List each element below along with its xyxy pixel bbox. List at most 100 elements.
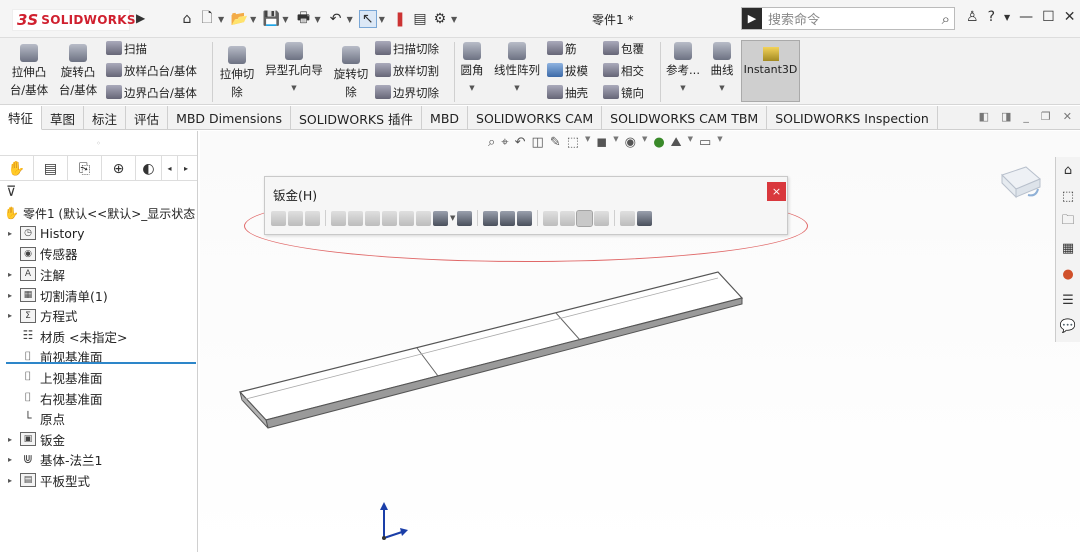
tree-item-history[interactable]: ▸ ◷ History bbox=[0, 223, 197, 244]
extrude-cut-button[interactable]: 拉伸切 除 bbox=[216, 46, 258, 101]
curves-button[interactable]: 曲线 ▼ bbox=[706, 42, 738, 97]
display-style-icon[interactable]: ◼ bbox=[596, 135, 607, 150]
options-dropdown-icon[interactable]: ▼ bbox=[451, 15, 457, 24]
tree-item-right-plane[interactable]: ⌷ 右视基准面 bbox=[0, 388, 197, 409]
tree-item-cut-list[interactable]: ▸ ▦ 切割清单(1) bbox=[0, 285, 197, 306]
corners-icon[interactable] bbox=[433, 210, 448, 226]
reference-geometry-button[interactable]: 参考... ▼ bbox=[664, 42, 702, 97]
design-library-icon[interactable]: ⬚ bbox=[1056, 183, 1080, 209]
select-dropdown-icon[interactable]: ▼ bbox=[379, 15, 385, 24]
forming-tool-icon[interactable] bbox=[457, 210, 473, 226]
tab-scroll-right-icon[interactable]: ▸ bbox=[178, 156, 194, 181]
tree-item-top-plane[interactable]: ⌷ 上视基准面 bbox=[0, 367, 197, 388]
expand-arrow-icon[interactable]: ▸ bbox=[8, 311, 20, 320]
display-style-dropdown-icon[interactable]: ▼ bbox=[613, 135, 618, 150]
tab-features[interactable]: 特征 bbox=[0, 106, 43, 130]
file-properties-icon[interactable]: ▤ bbox=[411, 11, 429, 27]
tab-sketch[interactable]: 草图 bbox=[42, 106, 85, 130]
tab-solidworks-addins[interactable]: SOLIDWORKS 插件 bbox=[291, 106, 423, 130]
expand-arrow-icon[interactable]: ▸ bbox=[8, 270, 20, 279]
extrude-boss-button[interactable]: 拉伸凸 台/基体 bbox=[8, 44, 50, 99]
tree-item-base-flange[interactable]: ▸ ⋓ 基体-法兰1 bbox=[0, 450, 197, 471]
search-commands-box[interactable]: ▶ 搜索命令 ⌕ bbox=[741, 7, 955, 30]
lofted-bend-icon[interactable] bbox=[305, 210, 320, 226]
tree-item-material[interactable]: ☷ 材质 <未指定> bbox=[0, 326, 197, 347]
tree-item-sensors[interactable]: ◉ 传感器 bbox=[0, 244, 197, 265]
print-icon[interactable]: 🖶 bbox=[294, 7, 312, 31]
loft-boss-button[interactable]: 放样凸台/基体 bbox=[106, 62, 197, 80]
unfold-icon[interactable] bbox=[543, 210, 559, 226]
previous-view-icon[interactable]: ↶ bbox=[515, 135, 526, 150]
tab-solidworks-inspection[interactable]: SOLIDWORKS Inspection bbox=[767, 106, 938, 130]
view-palette-icon[interactable]: ▦ bbox=[1056, 235, 1080, 261]
zoom-to-fit-icon[interactable]: ⌕ bbox=[488, 135, 495, 150]
sheet-metal-part-model[interactable] bbox=[230, 260, 760, 440]
tree-item-front-plane[interactable]: ⌷ 前视基准面 bbox=[0, 347, 197, 368]
boundary-boss-button[interactable]: 边界凸台/基体 bbox=[106, 84, 197, 102]
dimxpert-tab-icon[interactable]: ⊕ bbox=[102, 156, 136, 181]
print-dropdown-icon[interactable]: ▼ bbox=[314, 15, 320, 24]
property-manager-tab-icon[interactable]: ▤ bbox=[34, 156, 68, 181]
fillet-button[interactable]: 圆角 ▼ bbox=[458, 42, 486, 97]
filter-icon[interactable]: ⊽ bbox=[0, 181, 197, 203]
home-resources-icon[interactable]: ⌂ bbox=[1056, 157, 1080, 183]
mirror-button[interactable]: 镜向 bbox=[603, 84, 644, 102]
tab-solidworks-cam[interactable]: SOLIDWORKS CAM bbox=[468, 106, 603, 130]
close-toolbar-button[interactable]: × bbox=[767, 182, 786, 201]
home-icon[interactable]: ⌂ bbox=[178, 11, 196, 27]
cross-break-icon[interactable] bbox=[416, 210, 431, 226]
view-orientation-dropdown-icon[interactable]: ▼ bbox=[585, 135, 590, 150]
panel-collapse-handle[interactable]: ◦ bbox=[0, 131, 197, 155]
hole-wizard-button[interactable]: 异型孔向导 ▼ bbox=[262, 42, 326, 97]
tile-left-icon[interactable]: ◧ bbox=[979, 110, 989, 123]
wrap-button[interactable]: 包覆 bbox=[603, 40, 644, 58]
simple-hole-icon[interactable] bbox=[500, 210, 516, 226]
apply-scene-icon[interactable]: ⛰ bbox=[671, 135, 682, 150]
flatten-icon[interactable] bbox=[576, 209, 594, 227]
tree-rollback-bar[interactable] bbox=[6, 362, 196, 364]
revolve-boss-button[interactable]: 旋转凸 台/基体 bbox=[56, 44, 100, 99]
undo-icon[interactable]: ↶ bbox=[327, 11, 345, 27]
custom-properties-icon[interactable]: ☰ bbox=[1056, 287, 1080, 313]
insert-bends-icon[interactable] bbox=[637, 210, 653, 226]
expand-arrow-icon[interactable]: ▸ bbox=[8, 476, 20, 485]
hole-wizard-dropdown-icon[interactable]: ▼ bbox=[262, 79, 326, 97]
tile-right-icon[interactable]: ◨ bbox=[1001, 110, 1011, 123]
options-gear-icon[interactable]: ⚙ bbox=[431, 11, 449, 27]
zoom-to-area-icon[interactable]: ⌖ bbox=[501, 135, 508, 150]
miter-flange-icon[interactable] bbox=[348, 210, 363, 226]
view-settings-icon[interactable]: ▭ bbox=[699, 135, 711, 150]
section-view-icon[interactable]: ◫ bbox=[532, 135, 544, 150]
configuration-manager-tab-icon[interactable]: ⎘ bbox=[68, 156, 102, 181]
loft-cut-button[interactable]: 放样切割 bbox=[375, 62, 439, 80]
expand-arrow-icon[interactable]: ▸ bbox=[8, 455, 20, 464]
tab-markup[interactable]: 标注 bbox=[84, 106, 127, 130]
corners-dropdown-icon[interactable]: ▼ bbox=[450, 214, 455, 222]
convert-to-sheet-metal-icon[interactable] bbox=[288, 210, 303, 226]
edit-appearance-icon[interactable]: ● bbox=[653, 135, 664, 150]
intersect-button[interactable]: 相交 bbox=[603, 62, 644, 80]
open-folder-icon[interactable]: 📂 bbox=[230, 11, 248, 27]
tree-item-sheet-metal[interactable]: ▸ ▣ 钣金 bbox=[0, 429, 197, 450]
doc-minimize-icon[interactable]: _ bbox=[1023, 110, 1029, 123]
menu-expand-arrow-icon[interactable]: ▶ bbox=[136, 11, 145, 25]
dynamic-annotation-icon[interactable]: ✎ bbox=[550, 135, 561, 150]
linear-pattern-dropdown-icon[interactable]: ▼ bbox=[490, 79, 544, 97]
tree-item-flat-pattern[interactable]: ▸ ▤ 平板型式 bbox=[0, 470, 197, 491]
tab-evaluate[interactable]: 评估 bbox=[126, 106, 169, 130]
minimize-icon[interactable]: — bbox=[1019, 9, 1033, 27]
search-icon[interactable]: ⌕ bbox=[942, 10, 950, 28]
edge-flange-icon[interactable] bbox=[331, 210, 346, 226]
rib-button[interactable]: 筋 bbox=[547, 40, 577, 58]
view-cube-icon[interactable] bbox=[998, 165, 1046, 203]
no-bends-icon[interactable] bbox=[594, 210, 610, 226]
maximize-icon[interactable]: ☐ bbox=[1042, 9, 1055, 27]
search-input[interactable]: 搜索命令 bbox=[768, 9, 942, 28]
new-dropdown-icon[interactable]: ▼ bbox=[218, 15, 224, 24]
tree-root-part[interactable]: ✋ 零件1 (默认<<默认>_显示状态 bbox=[0, 203, 197, 223]
rip-icon[interactable] bbox=[620, 210, 636, 226]
hide-show-dropdown-icon[interactable]: ▼ bbox=[642, 135, 647, 150]
help-icon[interactable]: ? bbox=[988, 9, 995, 27]
view-settings-dropdown-icon[interactable]: ▼ bbox=[717, 135, 722, 150]
scene-dropdown-icon[interactable]: ▼ bbox=[688, 135, 693, 150]
